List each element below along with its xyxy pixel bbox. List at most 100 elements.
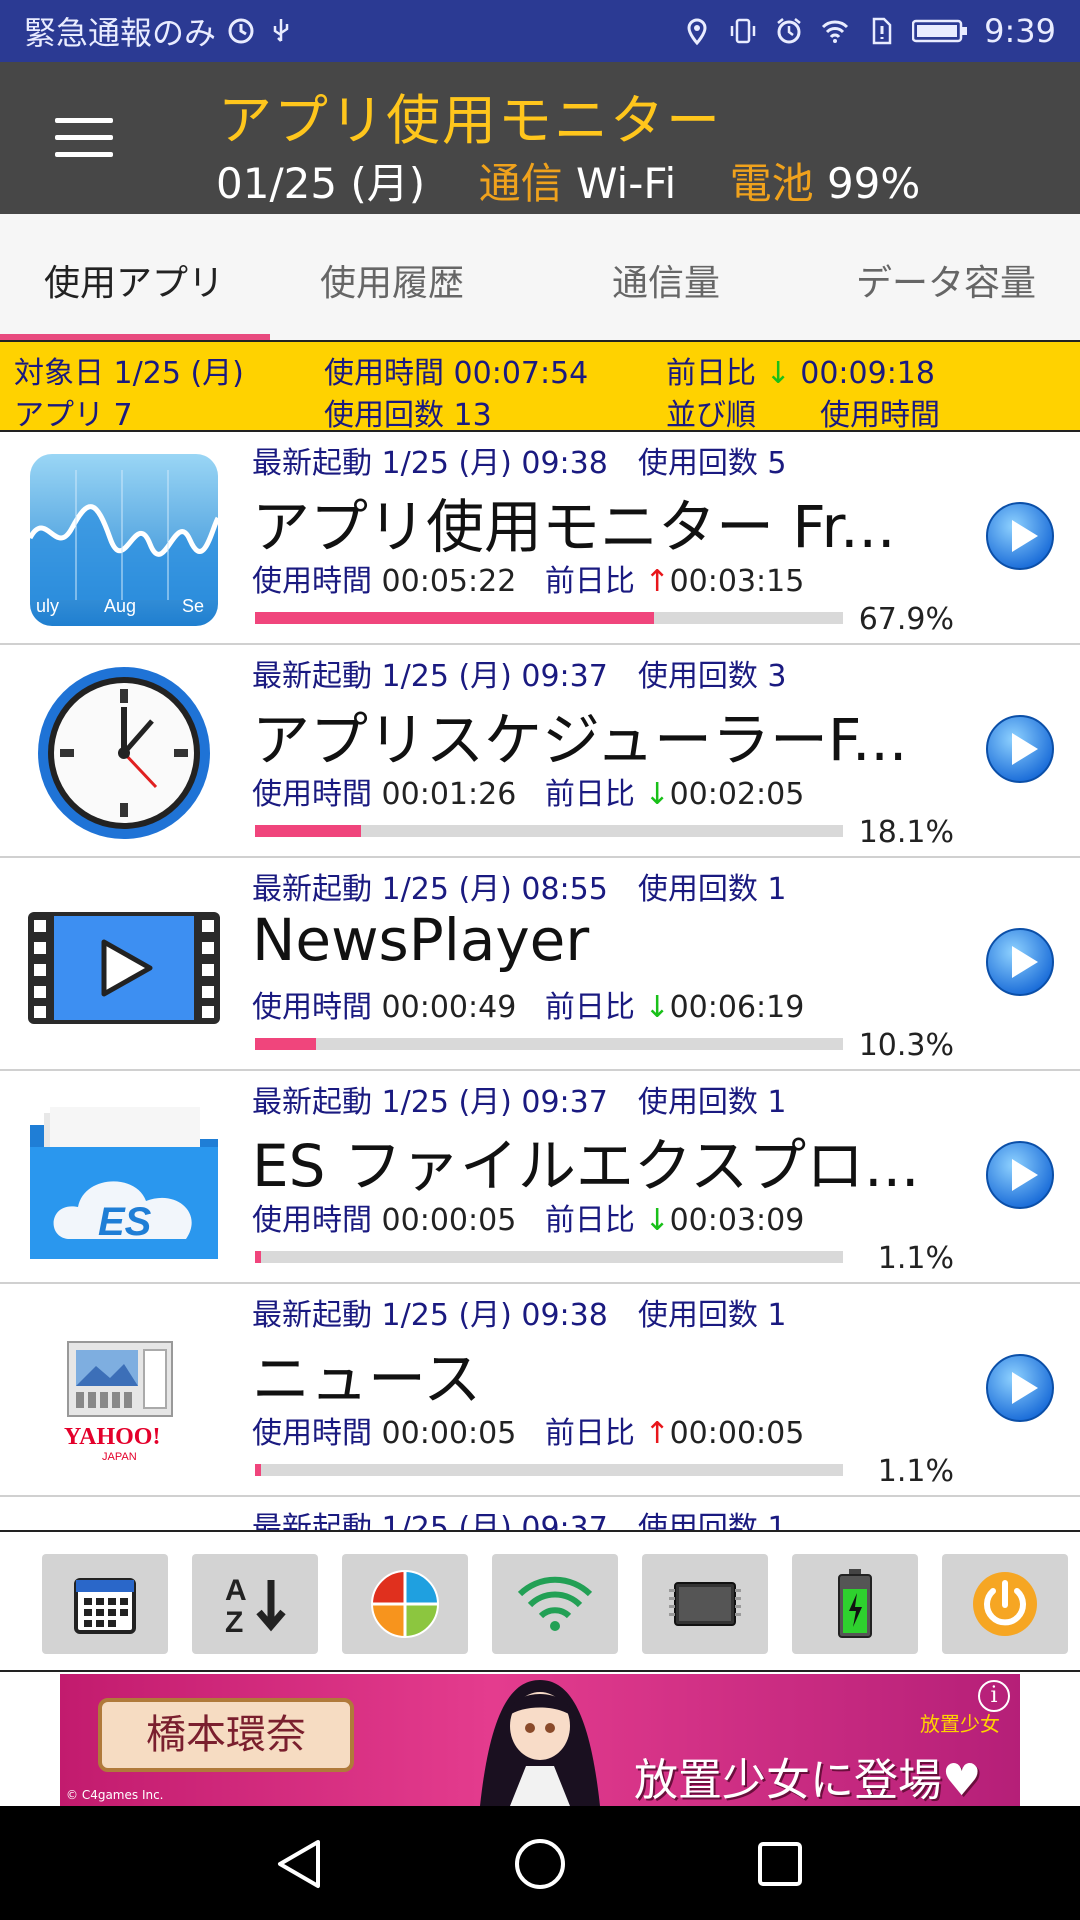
ad-banner[interactable]: 橋本環奈 放置少女に登場♥ 放置少女 © C4games Inc. i	[60, 1674, 1020, 1806]
es-file-app-icon: ES	[26, 1089, 222, 1269]
tab-data-traffic[interactable]: 通信量	[612, 254, 720, 306]
app-row[interactable]: 最新起動 1/25 (月) 08:55 使用回数 1 NewsPlayer 使用時間…	[0, 858, 1080, 1071]
usage-time-value: 00:01:26	[381, 777, 517, 812]
usage-progress-bar	[255, 1251, 843, 1263]
app-row[interactable]: ES 最新起動 1/25 (月) 09:37 使用回数 1 ES ファイルエクスプロ…	[0, 1071, 1080, 1284]
app-row[interactable]: 最新起動 1/25 (月) 09:37 使用回数 1	[0, 1497, 1080, 1530]
prev-day-label: 前日比	[544, 564, 635, 599]
usage-time-label: 使用時間	[252, 1416, 372, 1451]
usage-time-label: 使用時間	[252, 1203, 372, 1238]
prev-day-value: 00:09:18	[800, 356, 935, 391]
trend-down-arrow-icon: ↓	[644, 990, 670, 1025]
tab-data-storage[interactable]: データ容量	[856, 254, 1036, 306]
prev-day-label: 前日比	[544, 1203, 635, 1238]
battery-label: 電池	[729, 159, 814, 208]
usage-progress-fill	[255, 825, 362, 837]
usage-progress-bar	[255, 1038, 843, 1050]
carrier-text: 緊急通報のみ	[24, 14, 217, 52]
usage-progress-fill	[255, 612, 655, 624]
last-launch-text: 最新起動 1/25 (月) 09:38 使用回数 1	[252, 1298, 787, 1333]
svg-text:uly: uly	[36, 596, 59, 616]
app-bar: アプリ使用モニター 01/25 (月) 通信 Wi-Fi 電池 99%	[0, 62, 1080, 214]
storage-button[interactable]	[642, 1554, 768, 1654]
wifi-button[interactable]	[492, 1554, 618, 1654]
usage-percent: 1.1%	[877, 1241, 954, 1276]
menu-icon[interactable]	[55, 118, 113, 158]
chart-app-icon: uly Aug Se	[26, 450, 222, 630]
clock-app-icon	[26, 663, 222, 843]
app-row[interactable]: uly Aug Se 最新起動 1/25 (月) 09:38 使用回数 5 アプリ使用モ…	[0, 432, 1080, 645]
svg-text:JAPAN: JAPAN	[102, 1451, 137, 1463]
usage-percent: 67.9%	[858, 602, 954, 637]
sort-button[interactable]: AZ	[192, 1554, 318, 1654]
yahoo-news-app-icon: YAHOO! JAPAN	[26, 1302, 222, 1482]
usage-time-value: 00:00:49	[381, 990, 517, 1025]
usage-line: 使用時間 00:05:22 前日比 ↑00:03:15	[252, 556, 804, 600]
usage-time-value: 00:05:22	[381, 564, 517, 599]
play-icon[interactable]	[984, 1139, 1056, 1211]
app-subtitle: 01/25 (月) 通信 Wi-Fi 電池 99%	[216, 150, 920, 211]
ad-info-icon[interactable]: i	[978, 1680, 1010, 1712]
trend-down-arrow-icon: ↓	[644, 1203, 670, 1238]
battery-value: 99%	[826, 159, 921, 208]
status-bar: 緊急通報のみ 9:39	[0, 0, 1080, 62]
sort-value[interactable]: 使用時間	[820, 390, 940, 434]
battery-icon	[838, 1569, 872, 1638]
video-app-icon	[26, 876, 222, 1056]
tab-bar: 使用アプリ 使用履歴 通信量 データ容量	[0, 214, 1080, 342]
app-title: アプリ使用モニター	[218, 89, 722, 152]
tab-used-apps[interactable]: 使用アプリ	[44, 254, 224, 306]
calendar-button[interactable]	[42, 1554, 168, 1654]
play-icon[interactable]	[984, 713, 1056, 785]
usage-line: 使用時間 00:00:05 前日比 ↓00:03:09	[252, 1195, 804, 1239]
power-icon	[973, 1572, 1037, 1636]
ad-catchphrase: 放置少女に登場♥	[634, 1755, 982, 1806]
usage-percent: 18.1%	[858, 815, 954, 850]
ad-game-logo: 放置少女	[920, 1712, 1000, 1736]
usage-progress-bar	[255, 825, 843, 837]
play-icon[interactable]	[984, 926, 1056, 998]
prev-day-value: 00:06:19	[669, 990, 805, 1025]
chart-button[interactable]	[342, 1554, 468, 1654]
prev-day-value: 00:03:15	[669, 564, 805, 599]
usage-progress-fill	[255, 1038, 316, 1050]
last-launch-text: 最新起動 1/25 (月) 09:37 使用回数 1	[252, 1085, 787, 1120]
app-list: uly Aug Se 最新起動 1/25 (月) 09:38 使用回数 5 アプリ使用モ…	[0, 432, 1080, 1530]
prev-day-value: 00:03:09	[669, 1203, 805, 1238]
power-button[interactable]	[942, 1554, 1068, 1654]
play-icon[interactable]	[984, 500, 1056, 572]
last-launch-text: 最新起動 1/25 (月) 09:38 使用回数 5	[252, 446, 787, 481]
usage-percent: 10.3%	[858, 1028, 954, 1063]
battery-button[interactable]	[792, 1554, 918, 1654]
home-icon[interactable]	[512, 1836, 568, 1892]
location-icon	[687, 18, 707, 46]
prev-day-label: 前日比	[666, 356, 756, 391]
play-icon[interactable]	[984, 1352, 1056, 1424]
alarm-icon	[777, 18, 801, 44]
prev-day-down-arrow-icon: ↓	[765, 356, 791, 391]
app-name: ES ファイルエクスプロ...	[252, 1132, 920, 1200]
svg-text:Z: Z	[225, 1606, 243, 1636]
timer-icon	[228, 18, 254, 44]
prev-day-value: 00:02:05	[669, 777, 805, 812]
svg-text:ES: ES	[98, 1200, 152, 1244]
svg-text:YAHOO!: YAHOO!	[64, 1424, 160, 1450]
calendar-icon	[74, 1578, 136, 1634]
active-tab-indicator	[0, 334, 270, 340]
app-row[interactable]: YAHOO! JAPAN 最新起動 1/25 (月) 09:38 使用回数 1 ニュー…	[0, 1284, 1080, 1497]
app-name: NewsPlayer	[252, 906, 590, 974]
app-row[interactable]: 最新起動 1/25 (月) 09:37 使用回数 3 アプリスケジューラーF...…	[0, 645, 1080, 858]
app-name: アプリ使用モニター Fr...	[252, 493, 896, 561]
network-label: 通信	[478, 159, 563, 208]
back-icon[interactable]	[272, 1836, 326, 1892]
prev-day-label: 前日比	[544, 990, 635, 1025]
ad-character-image	[480, 1680, 600, 1806]
clock-text: 9:39	[984, 12, 1056, 50]
app-name: ニュース	[252, 1345, 482, 1413]
tab-usage-history[interactable]: 使用履歴	[320, 254, 464, 306]
ad-copyright: © C4games Inc.	[66, 1788, 164, 1802]
usage-progress-bar	[255, 612, 843, 624]
recents-icon[interactable]	[754, 1838, 806, 1890]
sort-label: 並び順	[666, 398, 756, 433]
usb-icon	[273, 19, 289, 42]
